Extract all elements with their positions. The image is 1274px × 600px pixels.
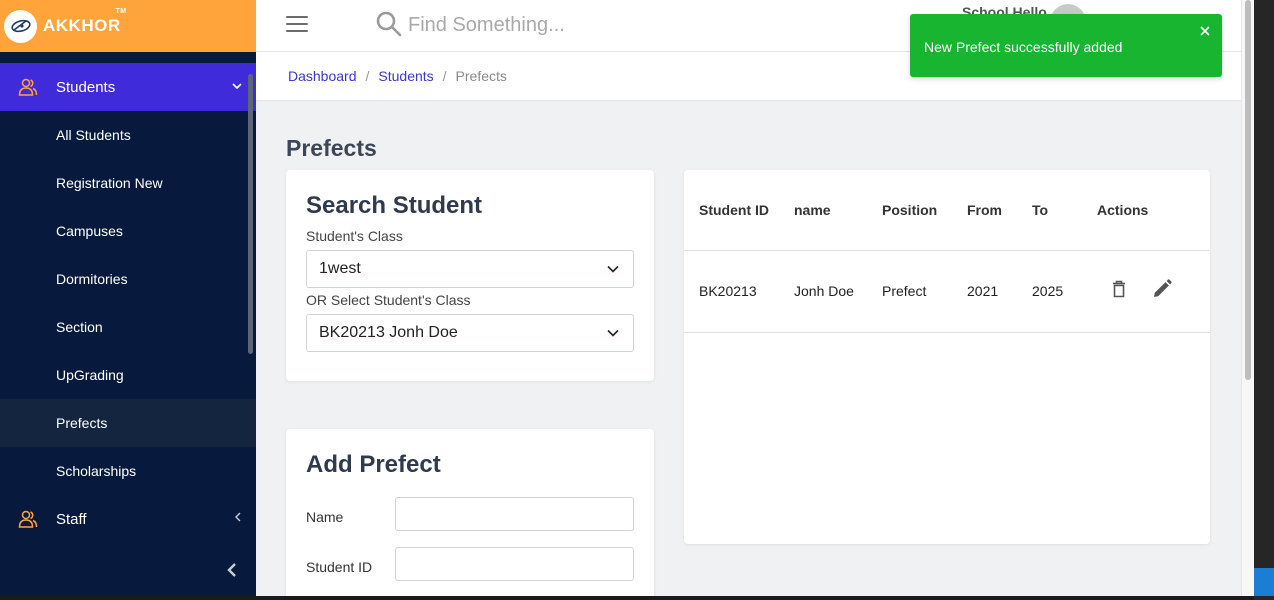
collapse-sidebar-icon[interactable] <box>222 560 242 580</box>
prefects-table: Student ID name Position From To Actions… <box>684 170 1210 333</box>
student-id-row: Student ID <box>306 547 634 581</box>
prefects-table-card: Student ID name Position From To Actions… <box>684 170 1210 544</box>
cell-name: Jonh Doe <box>779 250 867 333</box>
student-id-label: Student ID <box>306 559 373 575</box>
sidebar-item-label: All Students <box>56 127 131 143</box>
page-scrollbar[interactable] <box>1241 0 1254 596</box>
student-select[interactable]: BK20213 Jonh Doe <box>306 314 634 352</box>
sidebar-item-all-students[interactable]: All Students <box>0 111 256 159</box>
edit-icon[interactable] <box>1152 278 1172 304</box>
class-select-value: 1west <box>319 260 361 277</box>
chevron-down-icon <box>232 79 242 93</box>
users-icon <box>18 77 38 97</box>
sidebar-item-registration-new[interactable]: Registration New <box>0 159 256 207</box>
background-window-edge <box>1254 0 1274 600</box>
sidebar-item-students[interactable]: Students <box>0 63 256 111</box>
sidebar-item-label: Students <box>56 78 116 96</box>
cell-position: Prefect <box>867 250 952 333</box>
sidebar-item-dormitories[interactable]: Dormitories <box>0 255 256 303</box>
name-label: Name <box>306 509 344 525</box>
page-title: Prefects <box>286 135 377 161</box>
breadcrumb-dashboard[interactable]: Dashboard <box>288 68 357 84</box>
page-scrollbar-thumb[interactable] <box>1245 0 1251 380</box>
sidebar-item-label: Staff <box>56 510 87 528</box>
brand-name: AKKHOR TM <box>43 8 126 36</box>
sidebar-item-staff[interactable]: Staff <box>0 495 256 543</box>
toast-message: New Prefect successfully added <box>924 39 1123 55</box>
cell-from: 2021 <box>952 250 1017 333</box>
close-icon[interactable] <box>1198 24 1212 38</box>
table-header-row: Student ID name Position From To Actions <box>684 170 1210 251</box>
search-icon[interactable] <box>375 10 403 38</box>
background-window-accent <box>1254 568 1274 596</box>
sidebar-item-prefects[interactable]: Prefects <box>0 399 256 447</box>
hamburger-menu-icon[interactable] <box>286 16 308 34</box>
breadcrumb-prefects: Prefects <box>455 68 507 84</box>
add-prefect-title: Add Prefect <box>306 451 441 478</box>
sidebar-item-label: Dormitories <box>56 271 128 287</box>
class-label: Student's Class <box>306 228 403 244</box>
sidebar-item-section[interactable]: Section <box>0 303 256 351</box>
app-window: AKKHOR TM Students All Students Registra… <box>0 0 1254 596</box>
sidebar-item-label: Scholarships <box>56 463 137 479</box>
chevron-left-icon <box>234 511 242 525</box>
class-select[interactable]: 1west <box>306 250 634 288</box>
sidebar-item-upgrading[interactable]: UpGrading <box>0 351 256 399</box>
brand-trademark: TM <box>115 8 127 15</box>
sidebar-item-label: Prefects <box>56 415 108 431</box>
brand-name-text: AKKHOR <box>43 16 121 35</box>
chevron-down-icon <box>607 260 619 278</box>
student-select-value: BK20213 Jonh Doe <box>319 324 458 341</box>
sidebar-item-label: Registration New <box>56 175 163 191</box>
column-header-from: From <box>952 170 1017 251</box>
cell-student-id: BK20213 <box>684 250 779 333</box>
sidebar-item-label: Campuses <box>56 223 123 239</box>
search-student-title: Search Student <box>306 192 483 219</box>
search-student-card: Search Student Student's Class 1west OR … <box>286 170 654 381</box>
table-row: BK20213 Jonh Doe Prefect 2021 2025 <box>684 250 1210 333</box>
sidebar-item-label: UpGrading <box>56 367 124 383</box>
delete-icon[interactable] <box>1112 280 1126 303</box>
breadcrumb-students[interactable]: Students <box>378 68 433 84</box>
breadcrumb-separator: / <box>442 68 447 84</box>
name-field[interactable] <box>395 497 634 531</box>
logo-icon <box>4 9 37 43</box>
column-header-position: Position <box>867 170 952 251</box>
cell-to: 2025 <box>1017 250 1082 333</box>
logo-bar[interactable]: AKKHOR TM <box>0 0 256 52</box>
success-toast: New Prefect successfully added <box>910 14 1222 77</box>
sidebar-item-campuses[interactable]: Campuses <box>0 207 256 255</box>
add-prefect-card: Add Prefect Name Student ID <box>286 429 654 596</box>
users-icon <box>18 509 38 529</box>
sidebar-item-scholarships[interactable]: Scholarships <box>0 447 256 495</box>
column-header-to: To <box>1017 170 1082 251</box>
breadcrumb-separator: / <box>365 68 370 84</box>
column-header-name: name <box>779 170 867 251</box>
column-header-student-id: Student ID <box>684 170 779 251</box>
chevron-down-icon <box>607 324 619 342</box>
student-id-field[interactable] <box>395 547 634 581</box>
name-row: Name <box>306 497 634 531</box>
search-input[interactable] <box>408 12 668 38</box>
column-header-actions: Actions <box>1082 170 1210 251</box>
student-select-label: OR Select Student's Class <box>306 292 471 308</box>
cell-actions <box>1082 250 1210 333</box>
sidebar: AKKHOR TM Students All Students Registra… <box>0 0 256 596</box>
sidebar-item-label: Section <box>56 319 103 335</box>
sidebar-scrollbar[interactable] <box>248 74 253 354</box>
